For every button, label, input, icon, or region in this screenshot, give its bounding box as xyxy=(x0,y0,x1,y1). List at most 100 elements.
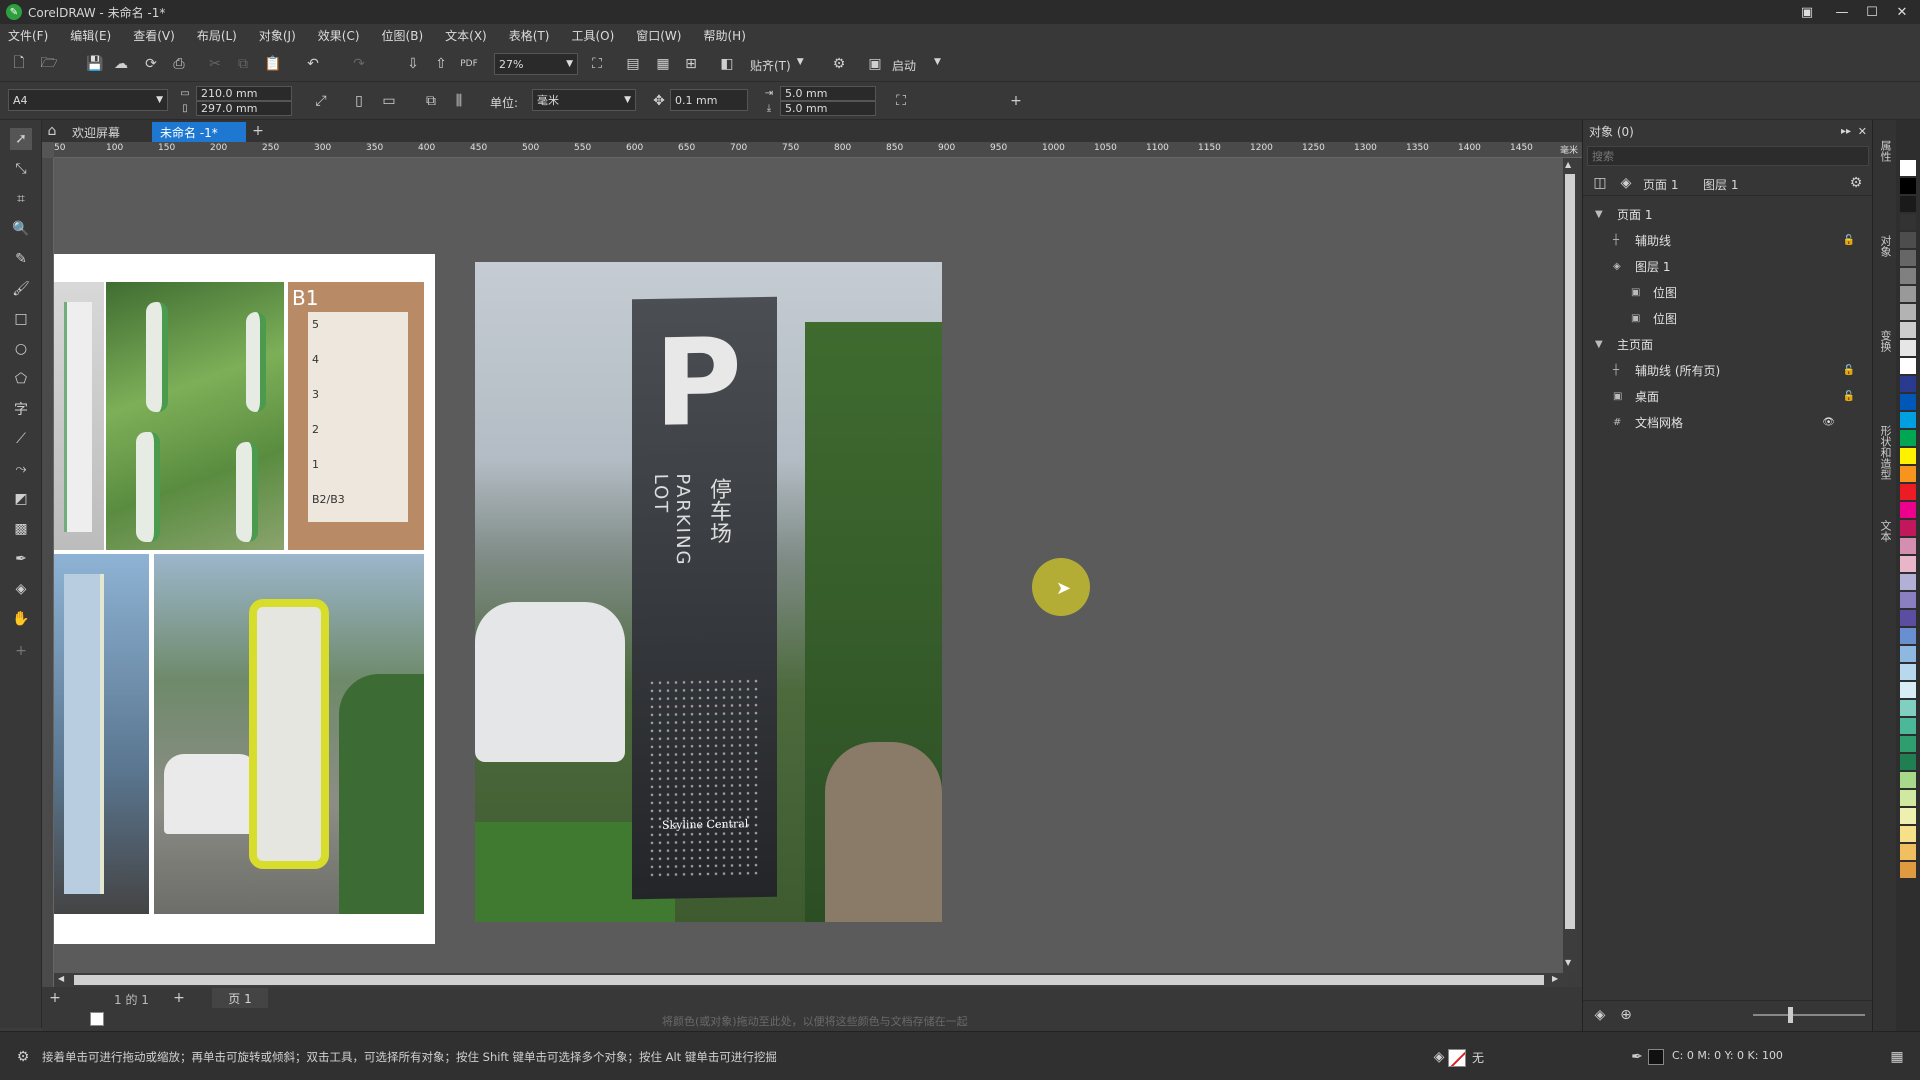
parallel-dimension-icon[interactable]: ⟋ xyxy=(10,428,32,450)
tree-row[interactable]: ┼ 辅助线 (所有页) 🔓 xyxy=(1583,358,1873,382)
minimize-button[interactable]: — xyxy=(1828,0,1856,24)
vertical-scroll-thumb[interactable] xyxy=(1565,174,1575,929)
palette-swatch[interactable] xyxy=(1900,682,1916,698)
menu-item-4[interactable]: 对象(J) xyxy=(259,27,296,44)
copy-icon[interactable]: ⧉ xyxy=(232,53,254,75)
menu-item-7[interactable]: 文本(X) xyxy=(445,27,487,44)
palette-swatch[interactable] xyxy=(1900,358,1916,374)
new-layer-icon[interactable]: ◈ xyxy=(1589,1004,1611,1026)
menu-item-9[interactable]: 工具(O) xyxy=(571,27,614,44)
status-gear-icon[interactable]: ⚙ xyxy=(12,1046,34,1068)
maximize-button[interactable]: ☐ xyxy=(1858,0,1886,24)
palette-swatch[interactable] xyxy=(1900,718,1916,734)
tree-row[interactable]: ┼ 辅助线 🔓 xyxy=(1583,228,1873,252)
close-docker-icon[interactable]: ✕ xyxy=(1858,125,1867,138)
transparency-icon[interactable]: ▩ xyxy=(10,518,32,540)
full-screen-icon[interactable]: ▤ xyxy=(622,53,644,75)
menu-item-6[interactable]: 位图(B) xyxy=(382,27,424,44)
pick-tool-icon[interactable]: ➚ xyxy=(10,128,32,150)
palette-swatch[interactable] xyxy=(1900,196,1916,212)
palette-swatch[interactable] xyxy=(1900,394,1916,410)
palette-swatch[interactable] xyxy=(1900,466,1916,482)
save-icon[interactable]: 💾 xyxy=(84,53,106,75)
import-icon[interactable]: ⇩ xyxy=(402,53,424,75)
expand-arrow[interactable]: ▼ xyxy=(1595,209,1611,220)
lock-icon[interactable]: 🔓 xyxy=(1843,235,1855,246)
zoom-fit-icon[interactable]: ⛶ xyxy=(586,53,608,75)
duplicate-x-input[interactable]: 5.0 mm xyxy=(780,86,876,101)
launch-dropdown[interactable]: 启动 ▼ xyxy=(892,57,941,74)
palette-swatch[interactable] xyxy=(1900,538,1916,554)
add-page-icon[interactable]: + xyxy=(44,987,66,1009)
shape-tool-icon[interactable]: ⤡ xyxy=(10,158,32,180)
docker-tab[interactable]: 文本 xyxy=(1877,520,1893,542)
scroll-left-icon[interactable]: ◀ xyxy=(58,974,64,983)
scroll-right-icon[interactable]: ▶ xyxy=(1552,974,1558,983)
palette-swatch[interactable] xyxy=(1900,160,1916,176)
menu-item-1[interactable]: 编辑(E) xyxy=(70,27,111,44)
export-icon[interactable]: ⇧ xyxy=(430,53,452,75)
expand-docker-icon[interactable]: ▸▸ xyxy=(1841,126,1851,137)
palette-swatch[interactable] xyxy=(1900,808,1916,824)
page-selector[interactable]: 页面 1 xyxy=(1643,176,1678,193)
outline-color-swatch[interactable] xyxy=(1648,1049,1664,1065)
eyedropper-icon[interactable]: ✒ xyxy=(10,548,32,570)
tree-row[interactable]: ▣ 位图 xyxy=(1583,280,1873,304)
tree-row[interactable]: ▣ 桌面 🔓 xyxy=(1583,384,1873,408)
palette-swatch[interactable] xyxy=(1900,430,1916,446)
crop-tool-icon[interactable]: ⌗ xyxy=(10,188,32,210)
portrait-icon[interactable]: ▯ xyxy=(348,90,370,112)
launch-icon[interactable]: ▣ xyxy=(864,53,886,75)
page-tab[interactable]: 页 1 xyxy=(212,988,268,1008)
docker-settings-gear-icon[interactable]: ⚙ xyxy=(1845,172,1867,194)
tab-document[interactable]: 未命名 -1* xyxy=(152,122,246,142)
outline-pen-icon[interactable]: ✒ xyxy=(1626,1046,1648,1068)
open-icon[interactable]: 🗁 xyxy=(38,53,60,75)
palette-swatch[interactable] xyxy=(1900,574,1916,590)
page-view-icon[interactable]: ◫ xyxy=(1589,172,1611,194)
visibility-eye-icon[interactable]: 👁 xyxy=(1822,417,1835,428)
menu-item-5[interactable]: 效果(C) xyxy=(318,27,360,44)
add-page-after-icon[interactable]: + xyxy=(168,987,190,1009)
palette-swatch[interactable] xyxy=(1900,448,1916,464)
palette-swatch[interactable] xyxy=(1900,826,1916,842)
paste-icon[interactable]: 📋 xyxy=(262,53,284,75)
docker-tab[interactable]: 变换 xyxy=(1877,330,1893,352)
page-layout-icon[interactable]: ⧉ xyxy=(420,90,442,112)
connector-tool-icon[interactable]: ⤳ xyxy=(10,458,32,480)
tree-row[interactable]: ▼ 主页面 xyxy=(1583,332,1873,356)
nudge-distance-input[interactable]: 0.1 mm xyxy=(670,89,748,111)
vertical-ruler[interactable] xyxy=(42,158,54,988)
palette-swatch[interactable] xyxy=(1900,214,1916,230)
docker-tab[interactable]: 形状和造型 xyxy=(1877,425,1893,480)
palette-swatch[interactable] xyxy=(1900,862,1916,878)
tree-row[interactable]: ▼ 页面 1 xyxy=(1583,202,1873,226)
palette-swatch[interactable] xyxy=(1900,592,1916,608)
palette-swatch[interactable] xyxy=(1900,610,1916,626)
menu-item-8[interactable]: 表格(T) xyxy=(509,27,550,44)
palette-swatch[interactable] xyxy=(1900,754,1916,770)
no-color-swatch[interactable] xyxy=(90,1012,104,1026)
palette-swatch[interactable] xyxy=(1900,484,1916,500)
snap-to-dropdown[interactable]: 贴齐(T) ▼ xyxy=(750,57,804,74)
palette-swatch[interactable] xyxy=(1900,628,1916,644)
docker-tab[interactable]: 属性 xyxy=(1877,140,1893,162)
duplicate-y-input[interactable]: 5.0 mm xyxy=(780,101,876,116)
zoom-slider[interactable] xyxy=(1753,1014,1865,1016)
page-align-icon[interactable]: ⫼ xyxy=(448,90,470,112)
landscape-icon[interactable]: ▭ xyxy=(378,90,400,112)
scroll-up-icon[interactable]: ▲ xyxy=(1565,160,1571,169)
expand-arrow[interactable]: ▼ xyxy=(1595,339,1611,350)
bleed-icon[interactable]: ⛶ xyxy=(890,90,912,112)
artistic-media-icon[interactable]: 🖌 xyxy=(10,278,32,300)
all-pages-icon[interactable]: ⤢ xyxy=(310,90,332,112)
palette-swatch[interactable] xyxy=(1900,700,1916,716)
freehand-tool-icon[interactable]: ✎ xyxy=(10,248,32,270)
lock-icon[interactable]: 🔓 xyxy=(1843,391,1855,402)
palette-swatch[interactable] xyxy=(1900,772,1916,788)
cloud-upload-icon[interactable]: ☁ xyxy=(110,53,132,75)
page-size-select[interactable]: A4 ▼ xyxy=(8,89,168,111)
close-button[interactable]: ✕ xyxy=(1888,0,1916,24)
palette-swatch[interactable] xyxy=(1900,736,1916,752)
fill-indicator-icon[interactable]: ◈ xyxy=(1428,1046,1450,1068)
